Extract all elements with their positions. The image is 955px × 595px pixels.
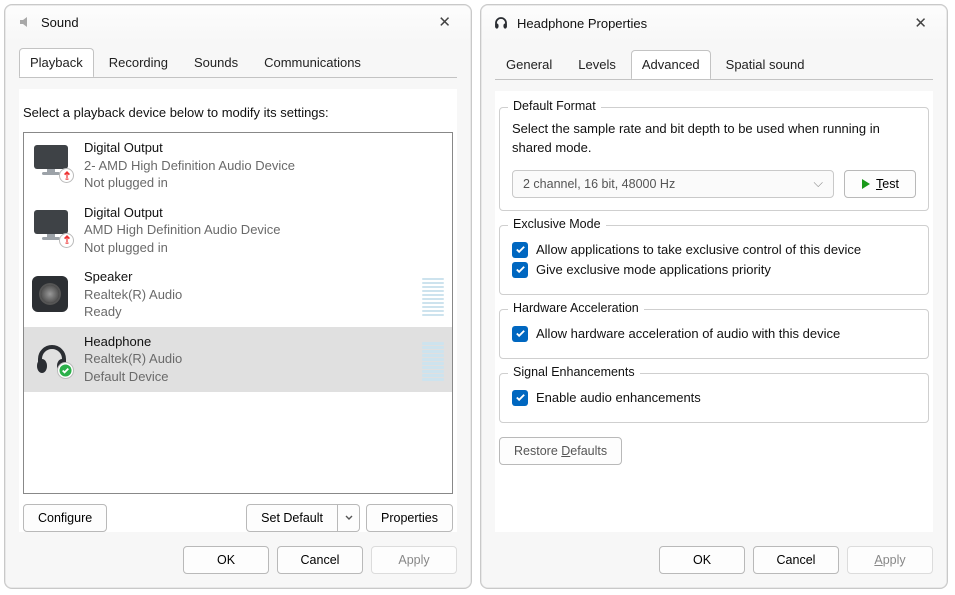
apply-button[interactable]: Apply xyxy=(847,546,933,574)
titlebar-properties: Headphone Properties ✕ xyxy=(481,5,947,41)
close-icon[interactable]: ✕ xyxy=(428,11,461,33)
group-legend: Hardware Acceleration xyxy=(508,301,644,315)
default-format-group: Default Format Select the sample rate an… xyxy=(499,107,929,211)
configure-button[interactable]: Configure xyxy=(23,504,107,532)
vu-meter-icon xyxy=(422,270,444,316)
hardware-acceleration-group: Hardware Acceleration Allow hardware acc… xyxy=(499,309,929,359)
default-format-desc: Select the sample rate and bit depth to … xyxy=(512,120,916,158)
format-select[interactable]: 2 channel, 16 bit, 48000 Hz ⌵ xyxy=(512,170,834,198)
headphone-icon xyxy=(493,15,509,31)
device-name: Digital Output xyxy=(84,139,444,157)
apply-underline: A xyxy=(874,553,882,567)
signal-enhancements-group: Signal Enhancements Enable audio enhance… xyxy=(499,373,929,423)
ok-button[interactable]: OK xyxy=(659,546,745,574)
sound-tabs: Playback Recording Sounds Communications xyxy=(19,47,457,77)
checkbox-checked-icon xyxy=(512,262,528,278)
unplugged-badge-icon xyxy=(59,168,74,183)
chevron-down-icon: ⌵ xyxy=(814,176,823,191)
sound-window: Sound ✕ Playback Recording Sounds Commun… xyxy=(4,4,472,589)
speaker-icon xyxy=(32,268,76,318)
test-rest: est xyxy=(882,177,899,191)
device-name: Headphone xyxy=(84,333,422,351)
play-icon xyxy=(861,179,871,189)
device-item[interactable]: Digital Output AMD High Definition Audio… xyxy=(24,198,452,263)
playback-panel: Select a playback device below to modify… xyxy=(19,89,457,532)
device-line3: Ready xyxy=(84,303,422,321)
device-line2: Realtek(R) Audio xyxy=(84,350,422,368)
checkbox-checked-icon xyxy=(512,242,528,258)
window-title: Headphone Properties xyxy=(517,16,647,31)
device-line2: AMD High Definition Audio Device xyxy=(84,221,444,239)
close-icon[interactable]: ✕ xyxy=(904,12,937,34)
restore-defaults-button[interactable]: Restore Defaults xyxy=(499,437,622,465)
apply-rest: pply xyxy=(883,553,906,567)
cancel-button[interactable]: Cancel xyxy=(277,546,363,574)
tab-advanced[interactable]: Advanced xyxy=(631,50,711,80)
checkbox-label: Enable audio enhancements xyxy=(536,390,701,405)
device-line2: 2- AMD High Definition Audio Device xyxy=(84,157,444,175)
restore-prefix: Restore xyxy=(514,444,561,458)
checkbox-label: Give exclusive mode applications priorit… xyxy=(536,262,771,277)
format-selected-value: 2 channel, 16 bit, 48000 Hz xyxy=(523,177,675,191)
tab-sounds[interactable]: Sounds xyxy=(183,48,249,78)
unplugged-badge-icon xyxy=(59,233,74,248)
set-default-button[interactable]: Set Default xyxy=(246,504,338,532)
checkbox-checked-icon xyxy=(512,390,528,406)
device-list[interactable]: Digital Output 2- AMD High Definition Au… xyxy=(23,132,453,494)
hw-accel-checkbox[interactable]: Allow hardware acceleration of audio wit… xyxy=(512,326,916,342)
device-item[interactable]: Digital Output 2- AMD High Definition Au… xyxy=(24,133,452,198)
restore-underline: D xyxy=(561,444,570,458)
exclusive-control-checkbox[interactable]: Allow applications to take exclusive con… xyxy=(512,242,916,258)
chevron-down-icon xyxy=(345,514,353,522)
window-title: Sound xyxy=(41,15,79,30)
device-item[interactable]: Headphone Realtek(R) Audio Default Devic… xyxy=(24,327,452,392)
apply-button[interactable]: Apply xyxy=(371,546,457,574)
tab-spatial-sound[interactable]: Spatial sound xyxy=(715,50,816,80)
titlebar-sound: Sound ✕ xyxy=(5,5,471,39)
tab-general[interactable]: General xyxy=(495,50,563,80)
default-check-badge-icon xyxy=(57,362,74,379)
headphone-properties-window: Headphone Properties ✕ General Levels Ad… xyxy=(480,4,948,589)
group-legend: Exclusive Mode xyxy=(508,217,606,231)
exclusive-mode-group: Exclusive Mode Allow applications to tak… xyxy=(499,225,929,295)
properties-button[interactable]: Properties xyxy=(366,504,453,532)
device-line3: Not plugged in xyxy=(84,174,444,192)
audio-enhancements-checkbox[interactable]: Enable audio enhancements xyxy=(512,390,916,406)
tab-playback[interactable]: Playback xyxy=(19,48,94,78)
device-line3: Not plugged in xyxy=(84,239,444,257)
monitor-icon xyxy=(32,204,76,254)
exclusive-priority-checkbox[interactable]: Give exclusive mode applications priorit… xyxy=(512,262,916,278)
checkbox-checked-icon xyxy=(512,326,528,342)
group-legend: Default Format xyxy=(508,99,601,113)
device-item[interactable]: Speaker Realtek(R) Audio Ready xyxy=(24,262,452,327)
monitor-icon xyxy=(32,139,76,189)
device-name: Speaker xyxy=(84,268,422,286)
checkbox-label: Allow hardware acceleration of audio wit… xyxy=(536,326,840,341)
test-button[interactable]: Test xyxy=(844,170,916,198)
device-line2: Realtek(R) Audio xyxy=(84,286,422,304)
properties-tabs: General Levels Advanced Spatial sound xyxy=(495,49,933,79)
device-name: Digital Output xyxy=(84,204,444,222)
group-legend: Signal Enhancements xyxy=(508,365,640,379)
sound-icon xyxy=(17,14,33,30)
tab-levels[interactable]: Levels xyxy=(567,50,627,80)
device-line3: Default Device xyxy=(84,368,422,386)
vu-meter-icon xyxy=(422,335,444,381)
headphone-icon xyxy=(32,333,76,383)
checkbox-label: Allow applications to take exclusive con… xyxy=(536,242,861,257)
tab-recording[interactable]: Recording xyxy=(98,48,179,78)
cancel-button[interactable]: Cancel xyxy=(753,546,839,574)
ok-button[interactable]: OK xyxy=(183,546,269,574)
set-default-dropdown-button[interactable] xyxy=(338,504,360,532)
restore-rest: efaults xyxy=(570,444,607,458)
set-default-split-button[interactable]: Set Default xyxy=(246,504,360,532)
advanced-panel: Default Format Select the sample rate an… xyxy=(495,91,933,532)
playback-description: Select a playback device below to modify… xyxy=(23,105,453,120)
tab-communications[interactable]: Communications xyxy=(253,48,372,78)
